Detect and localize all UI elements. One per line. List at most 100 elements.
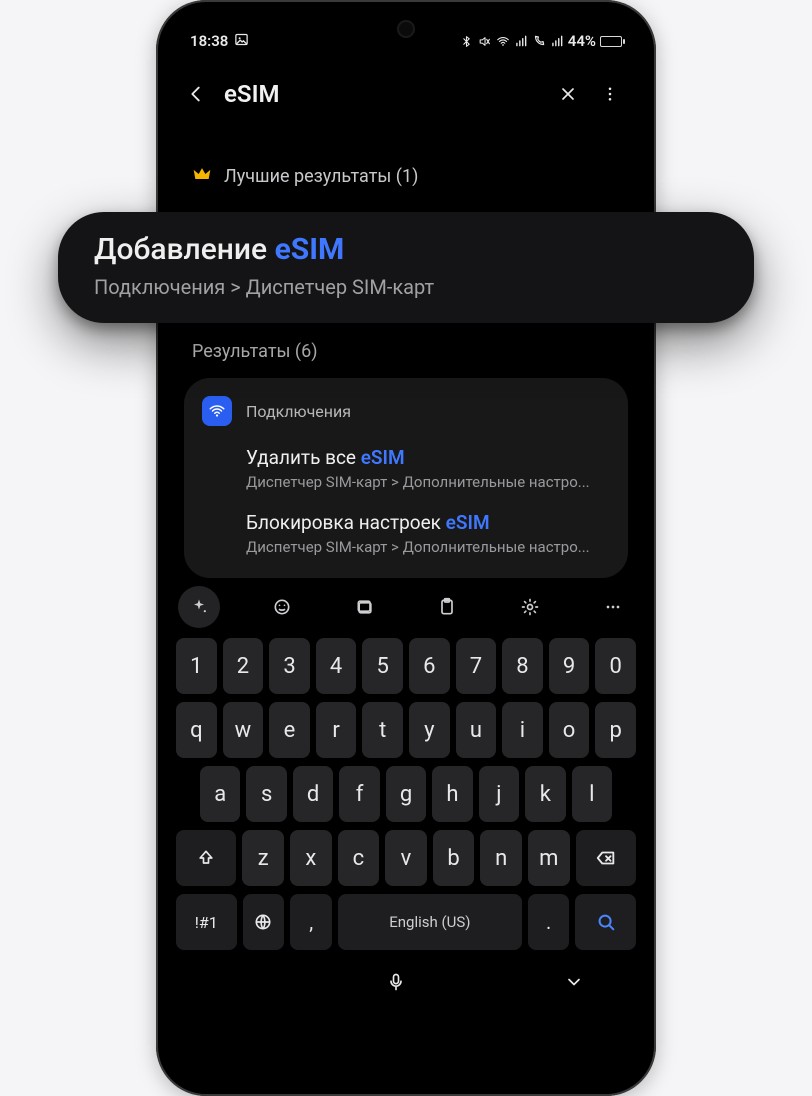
key-e[interactable]: e [269,702,310,758]
key-8[interactable]: 8 [502,638,543,694]
mic-button[interactable] [386,972,406,996]
search-header: eSIM [168,58,644,118]
key-j[interactable]: j [479,766,519,822]
clear-search-button[interactable] [554,80,582,108]
phone-frame: 18:38 44% [156,0,656,1096]
key-m[interactable]: m [528,830,570,886]
result-path: Диспетчер SIM-карт > Дополнительные наст… [246,538,610,556]
key-shift[interactable] [176,830,236,886]
key-7[interactable]: 7 [456,638,497,694]
top-results-header: Лучшие результаты (1) [168,118,644,197]
status-time: 18:38 [190,32,228,50]
highlight-title-pre: Добавление [94,232,275,267]
key-q[interactable]: q [176,702,217,758]
key-x[interactable]: x [290,830,332,886]
keyboard: 1 2 3 4 5 6 7 8 9 0 q w e r t y [168,634,644,968]
key-3[interactable]: 3 [269,638,310,694]
highlight-title-match: eSIM [275,232,345,267]
kbd-row-numbers: 1 2 3 4 5 6 7 8 9 0 [176,638,636,694]
key-search[interactable] [575,894,636,950]
back-button[interactable] [182,80,210,108]
key-t[interactable]: t [362,702,403,758]
mute-icon [478,34,492,48]
emoji-button[interactable] [261,586,303,628]
ai-tool-button[interactable] [178,586,220,628]
result-title-match: eSIM [361,446,405,469]
key-space[interactable]: English (US) [338,894,522,950]
top-results-count: 1 [402,166,412,187]
top-results-suffix: ) [412,166,418,187]
signal-icon [514,34,528,48]
key-p[interactable]: p [595,702,636,758]
result-title-pre: Блокировка настроек [246,511,446,534]
more-button[interactable] [596,80,624,108]
key-a[interactable]: a [200,766,240,822]
gif-button[interactable] [344,586,386,628]
key-b[interactable]: b [433,830,475,886]
key-u[interactable]: u [456,702,497,758]
highlighted-result-card[interactable]: Добавление eSIM Подключения > Диспетчер … [58,212,754,323]
kbd-row-qwerty: q w e r t y u i o p [176,702,636,758]
keyboard-bottom-bar [168,968,644,1008]
wifi-icon [202,396,232,426]
key-g[interactable]: g [386,766,426,822]
key-z[interactable]: z [242,830,284,886]
kbd-row-zxcv: z x c v b n m [176,830,636,886]
result-item[interactable]: Удалить все eSIM Диспетчер SIM-карт > До… [184,436,628,501]
key-c[interactable]: c [338,830,380,886]
key-1[interactable]: 1 [176,638,217,694]
key-0[interactable]: 0 [595,638,636,694]
keyboard-toolbar [168,578,644,634]
wifi-icon [496,34,510,48]
crown-icon [192,164,212,189]
keyboard-collapse-button[interactable] [564,972,584,996]
result-item[interactable]: Блокировка настроек eSIM Диспетчер SIM-к… [184,501,628,566]
key-w[interactable]: w [223,702,264,758]
key-5[interactable]: 5 [362,638,403,694]
key-f[interactable]: f [339,766,379,822]
results-section-header: Результаты (6) [168,325,644,368]
key-i[interactable]: i [502,702,543,758]
key-h[interactable]: h [432,766,472,822]
battery-percent: 44% [568,32,596,50]
key-symbols[interactable]: !#1 [176,894,237,950]
key-y[interactable]: y [409,702,450,758]
key-v[interactable]: v [385,830,427,886]
key-6[interactable]: 6 [409,638,450,694]
results-card: Подключения Удалить все eSIM Диспетчер S… [184,378,628,578]
key-l[interactable]: l [572,766,612,822]
results-category-label: Подключения [246,402,351,421]
kbd-row-asdf: a s d f g h j k l [176,766,636,822]
signal2-icon [550,34,564,48]
result-title-match: eSIM [446,511,490,534]
picture-icon [234,32,249,51]
key-period[interactable]: . [528,894,570,950]
volte-icon [532,34,546,48]
result-title-pre: Удалить все [246,446,361,469]
result-path: Диспетчер SIM-карт > Дополнительные наст… [246,473,610,491]
keyboard-more-button[interactable] [592,586,634,628]
key-s[interactable]: s [246,766,286,822]
key-9[interactable]: 9 [549,638,590,694]
key-4[interactable]: 4 [316,638,357,694]
keyboard-settings-button[interactable] [509,586,551,628]
key-k[interactable]: k [525,766,565,822]
key-r[interactable]: r [316,702,357,758]
battery-indicator: 44% [568,32,622,50]
highlight-path: Подключения > Диспетчер SIM-карт [94,275,718,299]
key-backspace[interactable] [576,830,636,886]
key-n[interactable]: n [480,830,522,886]
kbd-row-bottom: !#1 , English (US) . [176,894,636,950]
results-category-header[interactable]: Подключения [184,392,628,436]
key-comma[interactable]: , [290,894,332,950]
key-d[interactable]: d [293,766,333,822]
camera-hole [399,22,413,36]
key-2[interactable]: 2 [223,638,264,694]
key-language[interactable] [243,894,285,950]
top-results-prefix: Лучшие результаты ( [224,166,402,187]
search-input[interactable]: eSIM [224,80,540,108]
key-o[interactable]: o [549,702,590,758]
screen: 18:38 44% [168,12,644,1084]
clipboard-button[interactable] [426,586,468,628]
bluetooth-icon [460,34,474,48]
